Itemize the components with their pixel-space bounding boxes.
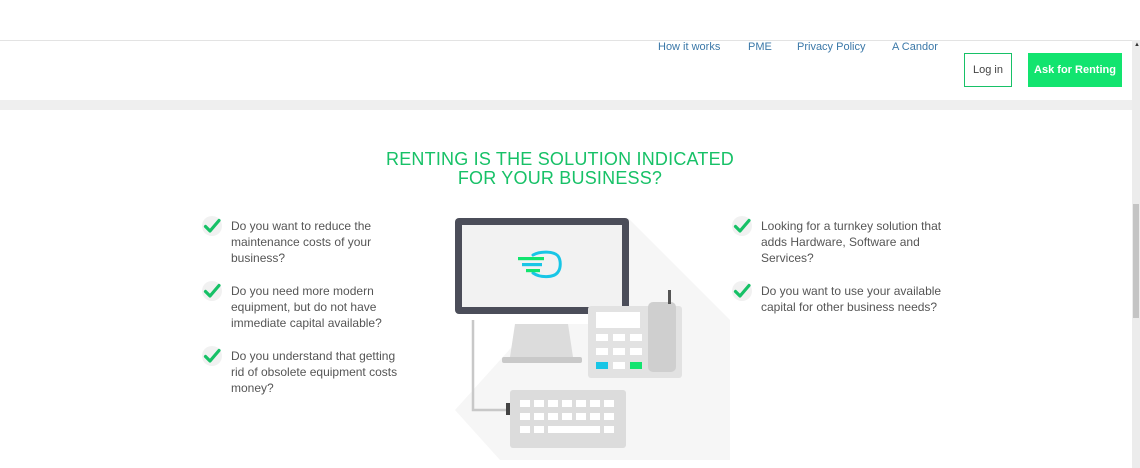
header-top-border [0, 40, 1132, 41]
check-icon [732, 216, 752, 236]
ask-for-renting-button[interactable]: Ask for Renting [1028, 53, 1122, 87]
benefit-text: Do you understand that getting rid of ob… [231, 349, 398, 395]
check-icon [202, 216, 222, 236]
nav-link-a-candor[interactable]: A Candor [892, 41, 938, 53]
header-divider [0, 100, 1132, 110]
benefit-text: Do you want to reduce the maintenance co… [231, 219, 372, 265]
nav-link-pme[interactable]: PME [748, 41, 772, 53]
nav-link-privacy-policy[interactable]: Privacy Policy [797, 41, 865, 53]
check-icon [202, 346, 222, 366]
section-title-line-2: FOR YOUR BUSINESS? [457, 168, 663, 188]
check-icon [202, 281, 222, 301]
section-title: RENTING IS THE SOLUTION INDICATED FOR YO… [330, 150, 790, 188]
computer-illustration [455, 218, 730, 460]
check-icon [732, 281, 752, 301]
benefit-text: Do you want to use your available capita… [761, 284, 942, 314]
scroll-up-arrow-icon[interactable]: ▲ [1134, 42, 1140, 48]
scrollbar-thumb[interactable] [1133, 204, 1139, 318]
login-button[interactable]: Log in [964, 53, 1012, 87]
benefit-text: Looking for a turnkey solution that adds… [761, 219, 942, 265]
page-scrollbar[interactable] [1132, 40, 1140, 468]
nav-link-how-it-works[interactable]: How it works [658, 41, 720, 53]
benefit-text: Do you need more modern equipment, but d… [231, 284, 382, 330]
section-title-line-1: RENTING IS THE SOLUTION INDICATED [386, 149, 734, 169]
